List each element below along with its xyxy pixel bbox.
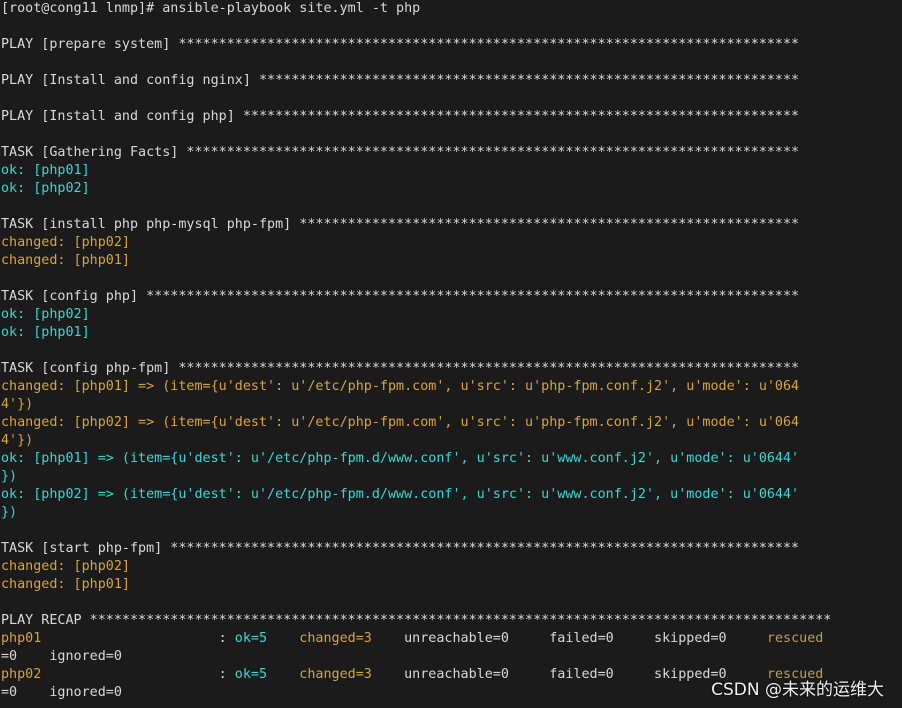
terminal-text-segment: changed=3 xyxy=(299,667,372,682)
terminal-text-segment: TASK [install php php-mysql php-fpm] ***… xyxy=(1,217,800,232)
terminal-output[interactable]: [root@cong11 lnmp]# ansible-playbook sit… xyxy=(1,0,901,702)
terminal-text-segment: ok=5 xyxy=(234,631,268,646)
terminal-text-segment: PLAY RECAP *****************************… xyxy=(1,613,832,628)
terminal-text-segment: }) xyxy=(1,469,18,484)
terminal-text-segment: php02 xyxy=(1,667,42,682)
terminal-line: TASK [start php-fpm] *******************… xyxy=(1,540,901,558)
terminal-text-segment: : xyxy=(41,667,235,682)
terminal-text-segment: PLAY [prepare system] ******************… xyxy=(1,37,800,52)
terminal-text-segment: ok: [php02] xyxy=(1,307,90,322)
terminal-line: [root@cong11 lnmp]# ansible-playbook sit… xyxy=(1,0,901,18)
terminal-line: changed: [php01] xyxy=(1,576,901,594)
terminal-text-segment: =0 ignored=0 xyxy=(1,649,122,664)
terminal-line: changed: [php01] xyxy=(1,252,901,270)
terminal-line: PLAY RECAP *****************************… xyxy=(1,612,901,630)
terminal-line: changed: [php01] => (item={u'dest': u'/e… xyxy=(1,378,901,396)
terminal-line: ok: [php02] => (item={u'dest': u'/etc/ph… xyxy=(1,486,901,504)
terminal-line: ok: [php01] xyxy=(1,162,901,180)
terminal-line: TASK [install php php-mysql php-fpm] ***… xyxy=(1,216,901,234)
terminal-text-segment: changed: [php02] xyxy=(1,235,130,250)
terminal-text-segment: TASK [config php-fpm] ******************… xyxy=(1,361,800,376)
terminal-text-segment: TASK [config php] **********************… xyxy=(1,289,800,304)
terminal-line: 4'}) xyxy=(1,432,901,450)
terminal-line: PLAY [prepare system] ******************… xyxy=(1,36,901,54)
terminal-line: TASK [config php-fpm] ******************… xyxy=(1,360,901,378)
terminal-text-segment: ok=5 xyxy=(234,667,268,682)
terminal-line: ok: [php01] => (item={u'dest': u'/etc/ph… xyxy=(1,450,901,468)
terminal-text-segment: 4'}) xyxy=(1,397,34,412)
terminal-line: }) xyxy=(1,468,901,486)
terminal-line: =0 ignored=0 xyxy=(1,648,901,666)
terminal-line: PLAY [Install and config nginx] ********… xyxy=(1,72,901,90)
terminal-text-segment: ok: [php01] => (item={u'dest': u'/etc/ph… xyxy=(1,451,800,466)
terminal-line: changed: [php02] xyxy=(1,234,901,252)
terminal-text-segment: TASK [start php-fpm] *******************… xyxy=(1,541,800,556)
terminal-text-segment: }) xyxy=(1,505,18,520)
terminal-text-segment: changed: [php01] xyxy=(1,577,130,592)
terminal-line: ok: [php02] xyxy=(1,306,901,324)
terminal-text-segment: unreachable=0 failed=0 skipped=0 xyxy=(371,631,767,646)
terminal-text-segment: changed: [php01] xyxy=(1,253,130,268)
terminal-line: PLAY [Install and config php] **********… xyxy=(1,108,901,126)
terminal-text-segment: ok: [php01] xyxy=(1,163,90,178)
terminal-line: TASK [config php] **********************… xyxy=(1,288,901,306)
terminal-line: TASK [Gathering Facts] *****************… xyxy=(1,144,901,162)
terminal-text-segment: ok: [php01] xyxy=(1,325,90,340)
terminal-text-segment: ok: [php02] => (item={u'dest': u'/etc/ph… xyxy=(1,487,800,502)
terminal-line: 4'}) xyxy=(1,396,901,414)
terminal-text-segment: changed: [php02] xyxy=(1,559,130,574)
terminal-text-segment: =0 ignored=0 xyxy=(1,685,122,700)
terminal-text-segment: TASK [Gathering Facts] *****************… xyxy=(1,145,800,160)
csdn-watermark: CSDN @未来的运维大 xyxy=(711,680,884,700)
terminal-text-segment: changed: [php02] => (item={u'dest': u'/e… xyxy=(1,415,800,430)
terminal-text-segment: rescued xyxy=(766,631,824,646)
terminal-text-segment: [root@cong11 lnmp]# ansible-playbook sit… xyxy=(1,1,421,16)
terminal-text-segment: PLAY [Install and config php] **********… xyxy=(1,109,800,124)
terminal-line: changed: [php02] => (item={u'dest': u'/e… xyxy=(1,414,901,432)
terminal-text-segment: 4'}) xyxy=(1,433,34,448)
terminal-text-segment: ok: [php02] xyxy=(1,181,90,196)
terminal-line: php01 : ok=5 changed=3 unreachable=0 fai… xyxy=(1,630,901,648)
terminal-line: ok: [php02] xyxy=(1,180,901,198)
terminal-line: changed: [php02] xyxy=(1,558,901,576)
terminal-text-segment: changed=3 xyxy=(299,631,372,646)
terminal-line: ok: [php01] xyxy=(1,324,901,342)
terminal-text-segment: php01 xyxy=(1,631,42,646)
terminal-text-segment: : xyxy=(41,631,235,646)
terminal-text-segment: PLAY [Install and config nginx] ********… xyxy=(1,73,800,88)
terminal-text-segment: changed: [php01] => (item={u'dest': u'/e… xyxy=(1,379,800,394)
terminal-line: }) xyxy=(1,504,901,522)
terminal-text-segment: unreachable=0 failed=0 skipped=0 xyxy=(371,667,767,682)
